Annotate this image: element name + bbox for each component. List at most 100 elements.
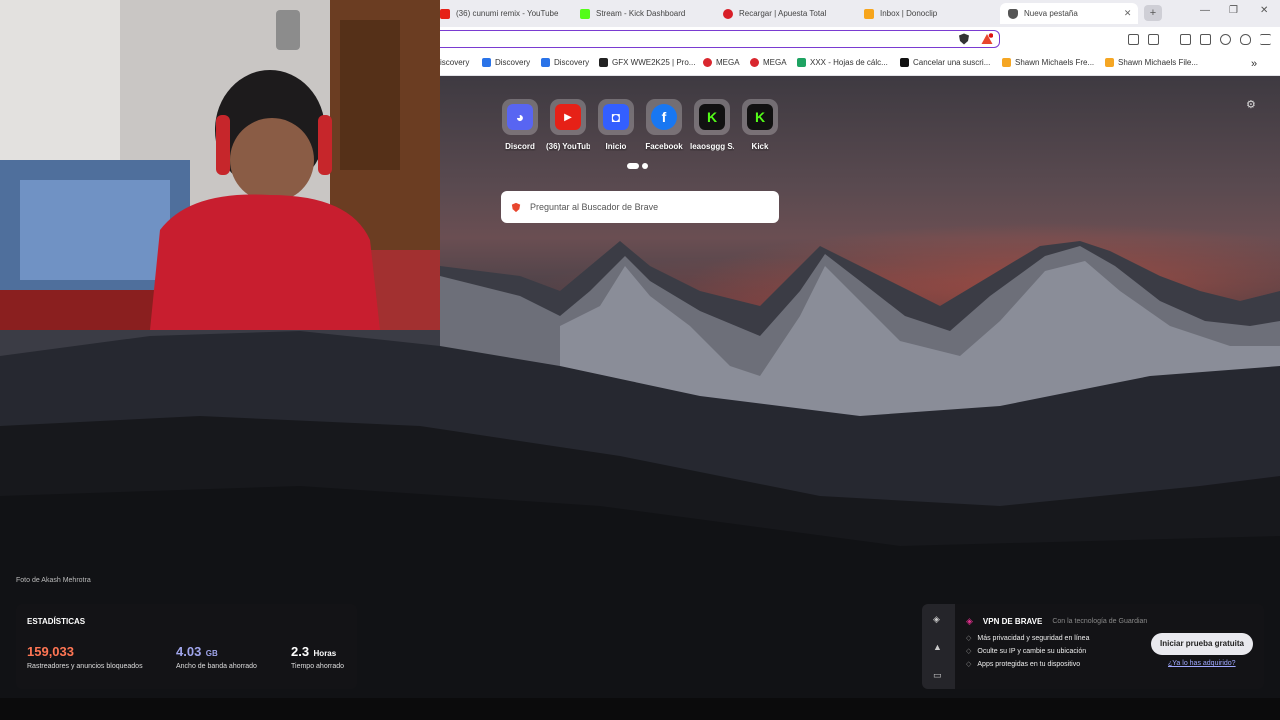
- bookmark-item[interactable]: Shawn Michaels Fre...: [1002, 58, 1094, 67]
- brave-rewards-icon[interactable]: [981, 33, 993, 45]
- shortcut-kick-channel[interactable]: K leaosggg S...: [690, 99, 734, 151]
- shortcut-label: leaosggg S...: [690, 142, 734, 151]
- screenshot-icon[interactable]: [1148, 34, 1159, 45]
- stat-unit: Horas: [313, 649, 337, 658]
- kick-icon: [580, 8, 590, 19]
- bookmark-label: MEGA: [763, 58, 787, 67]
- discord-icon: ◕: [507, 104, 533, 130]
- stat-value: 4.03: [176, 644, 202, 659]
- shortcut-facebook[interactable]: f Facebook: [642, 99, 686, 151]
- stat-value: 2.3: [291, 644, 310, 659]
- shortcut-label: Facebook: [645, 142, 683, 151]
- youtube-icon: ▶: [555, 104, 581, 130]
- bookmark-label: XXX - Hojas de cálc...: [810, 58, 888, 67]
- bookmark-label: Discovery: [554, 58, 590, 67]
- mega-icon: [750, 58, 759, 67]
- roblox-icon: ◘: [603, 104, 629, 130]
- pager-dot[interactable]: [642, 163, 648, 169]
- stat-trackers: 159,033 Rastreadores y anuncios bloquead…: [27, 643, 143, 670]
- facebook-icon: f: [651, 104, 677, 130]
- brave-shields-icon[interactable]: [958, 33, 970, 45]
- stats-title: ESTADÍSTICAS: [27, 617, 86, 626]
- rewards-triangle-icon[interactable]: ▲: [933, 642, 942, 652]
- bookmark-item[interactable]: MEGA: [703, 58, 740, 67]
- screen: { "browser": { "tabs": [ {"label": "(36)…: [0, 0, 1280, 720]
- minimize-icon[interactable]: —: [1200, 5, 1210, 16]
- discovery-icon: [541, 58, 550, 67]
- gfx-icon: [599, 58, 608, 67]
- bookmark-page-icon: [900, 58, 909, 67]
- sheets-icon: [797, 58, 806, 67]
- bookmark-page-icon: [1105, 58, 1114, 67]
- shortcut-youtube[interactable]: ▶ (36) YouTube: [546, 99, 590, 151]
- vpn-powered-by: Con la tecnología de Guardian: [1052, 618, 1148, 625]
- settings-gear-icon[interactable]: ⚙: [1246, 98, 1256, 111]
- check-icon: ◇: [966, 635, 972, 642]
- bookmark-item[interactable]: Discovery: [482, 58, 530, 67]
- vpn-feature-text: Más privacidad y seguridad en línea: [977, 634, 1090, 642]
- tab-donoclip[interactable]: Inbox | Donoclip: [864, 3, 994, 24]
- tab-label: Nueva pestaña: [1024, 9, 1078, 18]
- address-bar[interactable]: [440, 30, 1000, 48]
- bookmarks-overflow-button[interactable]: »: [1251, 58, 1257, 70]
- shortcut-discord[interactable]: ◕ Discord: [498, 99, 542, 151]
- shortcut-label: Discord: [505, 142, 535, 151]
- shortcut-tile: f: [646, 99, 682, 135]
- extensions-icon[interactable]: [1128, 34, 1139, 45]
- start-trial-button[interactable]: Iniciar prueba gratuita: [1151, 633, 1253, 655]
- shortcut-tile: ◘: [598, 99, 634, 135]
- bookmark-item[interactable]: iscovery: [440, 58, 469, 67]
- bookmark-item[interactable]: XXX - Hojas de cálc...: [797, 58, 888, 67]
- shortcut-tile: K: [742, 99, 778, 135]
- sidebar-icon[interactable]: [1180, 34, 1191, 45]
- close-window-icon[interactable]: ✕: [1260, 5, 1268, 16]
- stat-time: 2.3 Horas Tiempo ahorrado: [291, 643, 344, 670]
- brave-search-box[interactable]: Preguntar al Buscador de Brave: [501, 191, 779, 223]
- bookmark-item[interactable]: Discovery: [541, 58, 589, 67]
- brave-icon: [1008, 8, 1018, 19]
- vpn-icon[interactable]: [1240, 34, 1251, 45]
- new-tab-button[interactable]: +: [1144, 5, 1162, 21]
- vpn-logo-icon: ◈: [966, 616, 973, 626]
- close-tab-icon[interactable]: ✕: [1124, 8, 1132, 19]
- leo-ai-icon[interactable]: [1220, 34, 1231, 45]
- tab-new-tab[interactable]: Nueva pestaña ✕: [1000, 3, 1138, 24]
- bookmark-page-icon: [1002, 58, 1011, 67]
- shortcut-tile: ◕: [502, 99, 538, 135]
- bookmark-item[interactable]: Cancelar una suscri...: [900, 58, 990, 67]
- tab-kick-dashboard[interactable]: Stream - Kick Dashboard: [580, 3, 710, 24]
- vpn-title: VPN DE BRAVE: [982, 617, 1043, 626]
- photo-credit[interactable]: Foto de Akash Mehrotra: [16, 577, 91, 584]
- stat-desc: Tiempo ahorrado: [291, 663, 345, 670]
- stat-bandwidth: 4.03 GB Ancho de banda ahorrado: [176, 643, 257, 670]
- talk-camera-icon[interactable]: ▭: [933, 670, 942, 681]
- bookmark-label: Cancelar una suscri...: [913, 58, 991, 67]
- bookmark-label: iscovery: [440, 58, 470, 67]
- shortcut-kick[interactable]: K Kick: [738, 99, 782, 151]
- tab-apuesta-total[interactable]: Recargar | Apuesta Total: [723, 3, 853, 24]
- tab-youtube[interactable]: (36) cunumi remix - YouTube: [440, 3, 570, 24]
- shortcut-inicio[interactable]: ◘ Inicio: [594, 99, 638, 151]
- bookmarks-bar: iscovery Discovery Discovery GFX WWE2K25…: [440, 51, 1280, 76]
- donoclip-icon: [864, 8, 874, 19]
- vpn-shield-icon[interactable]: ◈: [933, 614, 940, 625]
- bookmark-item[interactable]: MEGA: [750, 58, 787, 67]
- menu-icon[interactable]: [1260, 34, 1271, 45]
- bookmark-label: GFX WWE2K25 | Pro...: [612, 58, 696, 67]
- bookmark-item[interactable]: Shawn Michaels File...: [1105, 58, 1198, 67]
- shortcut-label: Inicio: [605, 142, 627, 151]
- bookmark-item[interactable]: GFX WWE2K25 | Pro...: [599, 58, 695, 67]
- bookmark-label: MEGA: [716, 58, 740, 67]
- pager-dot-active[interactable]: [627, 163, 639, 169]
- widget-rail: ◈ ▲ ▭: [922, 604, 955, 689]
- stat-desc: Ancho de banda ahorrado: [176, 663, 257, 670]
- tab-label: Recargar | Apuesta Total: [739, 9, 827, 18]
- restore-icon[interactable]: ❐: [1229, 5, 1238, 16]
- wallet-icon[interactable]: [1200, 34, 1211, 45]
- vpn-header: ◈ VPN DE BRAVE Con la tecnología de Guar…: [966, 616, 1147, 627]
- tab-label: (36) cunumi remix - YouTube: [456, 9, 559, 18]
- stat-desc: Rastreadores y anuncios bloqueados: [27, 663, 143, 670]
- shortcut-label: Kick: [751, 142, 769, 151]
- already-purchased-link[interactable]: ¿Ya lo has adquirido?: [1168, 660, 1236, 667]
- shortcut-pager: [627, 163, 648, 169]
